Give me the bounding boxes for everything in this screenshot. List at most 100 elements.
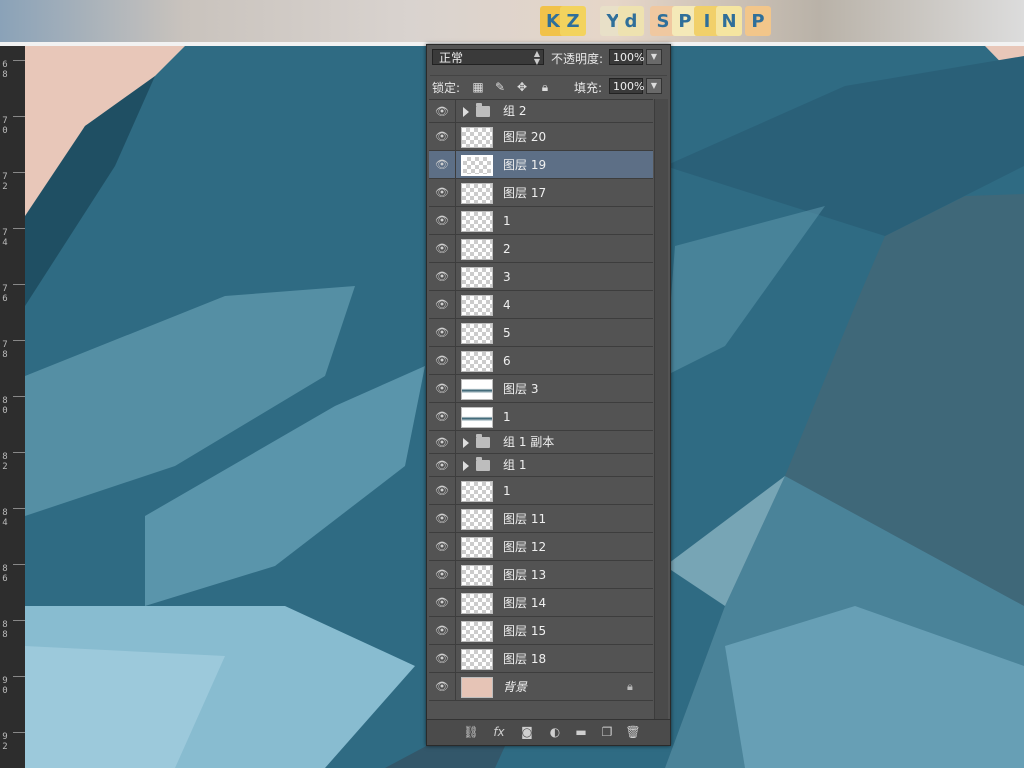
layer-thumbnail[interactable]	[461, 323, 493, 344]
layer-row[interactable]: 👁︎ 图层 11	[429, 505, 653, 533]
visibility-eye-icon[interactable]: 👁︎	[435, 410, 449, 424]
lock-image-pixels-icon[interactable]: ✎	[493, 80, 507, 94]
layer-thumbnail[interactable]	[461, 127, 493, 148]
expand-triangle-icon[interactable]	[463, 107, 469, 117]
vertical-ruler[interactable]: 68 70 72 74 76 78 80 82 84 86 88 90 92	[0, 46, 26, 768]
visibility-eye-icon[interactable]: 👁︎	[435, 382, 449, 396]
layer-name[interactable]: 组 1 副本	[503, 431, 554, 454]
expand-triangle-icon[interactable]	[463, 438, 469, 448]
layer-row[interactable]: 👁︎ 5	[429, 319, 653, 347]
layer-row[interactable]: 👁︎ 背景 🔒︎	[429, 673, 653, 701]
layer-name[interactable]: 图层 14	[503, 589, 546, 617]
layer-row[interactable]: 👁︎ 图层 18	[429, 645, 653, 673]
layer-name[interactable]: 图层 3	[503, 375, 538, 403]
layer-thumbnail[interactable]	[461, 239, 493, 260]
layers-scrollbar[interactable]	[654, 99, 668, 719]
layer-row[interactable]: 👁︎ 图层 15	[429, 617, 653, 645]
layer-name[interactable]: 2	[503, 235, 511, 263]
blend-mode-select[interactable]: 正常 ▲ ▼	[432, 49, 544, 66]
new-layer-icon[interactable]: ❐	[599, 725, 615, 739]
visibility-eye-icon[interactable]: 👁︎	[435, 270, 449, 284]
layer-row[interactable]: 👁︎ 图层 14	[429, 589, 653, 617]
visibility-eye-icon[interactable]: 👁︎	[435, 512, 449, 526]
layer-row[interactable]: 👁︎ 1	[429, 403, 653, 431]
layer-row[interactable]: 👁︎ 图层 17	[429, 179, 653, 207]
layer-row[interactable]: 👁︎ 图层 19	[429, 151, 653, 179]
visibility-eye-icon[interactable]: 👁︎	[435, 540, 449, 554]
visibility-eye-icon[interactable]: 👁︎	[435, 568, 449, 582]
layer-thumbnail[interactable]	[461, 481, 493, 502]
layer-row[interactable]: 👁︎ 6	[429, 347, 653, 375]
adjustment-layer-icon[interactable]: ◐	[547, 725, 563, 739]
visibility-eye-icon[interactable]: 👁︎	[435, 436, 449, 450]
layer-thumbnail[interactable]	[461, 509, 493, 530]
layer-name[interactable]: 图层 11	[503, 505, 546, 533]
fx-icon[interactable]: fx	[491, 725, 507, 739]
layer-name[interactable]: 图层 17	[503, 179, 546, 207]
visibility-eye-icon[interactable]: 👁︎	[435, 652, 449, 666]
layer-thumbnail[interactable]	[461, 593, 493, 614]
new-group-folder-icon[interactable]: ▬	[573, 725, 589, 739]
visibility-eye-icon[interactable]: 👁︎	[435, 186, 449, 200]
layer-name[interactable]: 5	[503, 319, 511, 347]
visibility-eye-icon[interactable]: 👁︎	[435, 680, 449, 694]
layer-name[interactable]: 1	[503, 403, 511, 431]
layer-name[interactable]: 图层 13	[503, 561, 546, 589]
layer-row[interactable]: 👁︎ 4	[429, 291, 653, 319]
visibility-eye-icon[interactable]: 👁︎	[435, 242, 449, 256]
layer-thumbnail[interactable]	[461, 295, 493, 316]
layer-name[interactable]: 6	[503, 347, 511, 375]
layer-thumbnail[interactable]	[461, 155, 493, 176]
layer-name[interactable]: 4	[503, 291, 511, 319]
layer-name[interactable]: 组 2	[503, 100, 526, 123]
layer-thumbnail[interactable]	[461, 565, 493, 586]
opacity-dropdown-button[interactable]: ▼	[646, 49, 662, 65]
visibility-eye-icon[interactable]: 👁︎	[435, 105, 449, 119]
expand-triangle-icon[interactable]	[463, 461, 469, 471]
layer-thumbnail[interactable]	[461, 211, 493, 232]
layer-row[interactable]: 👁︎ 图层 12	[429, 533, 653, 561]
layer-name[interactable]: 背景	[503, 673, 527, 701]
layer-row[interactable]: 👁︎ 图层 20	[429, 123, 653, 151]
visibility-eye-icon[interactable]: 👁︎	[435, 459, 449, 473]
fill-input[interactable]: 100%	[609, 78, 644, 94]
add-mask-icon[interactable]: ◙	[519, 725, 535, 739]
layer-name[interactable]: 3	[503, 263, 511, 291]
visibility-eye-icon[interactable]: 👁︎	[435, 624, 449, 638]
layer-thumbnail[interactable]	[461, 351, 493, 372]
layer-row[interactable]: 👁︎ 图层 13	[429, 561, 653, 589]
visibility-eye-icon[interactable]: 👁︎	[435, 298, 449, 312]
layer-row[interactable]: 👁︎ 2	[429, 235, 653, 263]
layer-group-row[interactable]: 👁︎ 组 1	[429, 454, 653, 477]
layer-row[interactable]: 👁︎ 1	[429, 207, 653, 235]
layer-thumbnail[interactable]	[461, 379, 493, 400]
layer-name[interactable]: 图层 20	[503, 123, 546, 151]
visibility-eye-icon[interactable]: 👁︎	[435, 130, 449, 144]
layer-row[interactable]: 👁︎ 图层 3	[429, 375, 653, 403]
layer-group-row[interactable]: 👁︎ 组 2	[429, 100, 653, 123]
layer-name[interactable]: 1	[503, 207, 511, 235]
layer-thumbnail[interactable]	[461, 183, 493, 204]
layer-name[interactable]: 图层 15	[503, 617, 546, 645]
trash-icon[interactable]: 🗑︎	[625, 725, 641, 739]
layer-name[interactable]: 图层 19	[503, 151, 546, 179]
lock-all-icon[interactable]: 🔒︎	[538, 80, 552, 94]
layer-name[interactable]: 组 1	[503, 454, 526, 477]
visibility-eye-icon[interactable]: 👁︎	[435, 354, 449, 368]
fill-dropdown-button[interactable]: ▼	[646, 78, 662, 94]
layer-name[interactable]: 1	[503, 477, 511, 505]
layer-row[interactable]: 👁︎ 1	[429, 477, 653, 505]
lock-transparent-pixels-icon[interactable]: ▦	[471, 80, 485, 94]
layer-row[interactable]: 👁︎ 3	[429, 263, 653, 291]
visibility-eye-icon[interactable]: 👁︎	[435, 158, 449, 172]
visibility-eye-icon[interactable]: 👁︎	[435, 596, 449, 610]
layer-thumbnail[interactable]	[461, 677, 493, 698]
lock-position-icon[interactable]: ✥	[515, 80, 529, 94]
layer-group-row[interactable]: 👁︎ 组 1 副本	[429, 431, 653, 454]
layer-thumbnail[interactable]	[461, 649, 493, 670]
link-layers-icon[interactable]: ⛓	[463, 725, 479, 739]
layer-thumbnail[interactable]	[461, 267, 493, 288]
layer-name[interactable]: 图层 18	[503, 645, 546, 673]
visibility-eye-icon[interactable]: 👁︎	[435, 484, 449, 498]
opacity-input[interactable]: 100%	[609, 49, 644, 65]
